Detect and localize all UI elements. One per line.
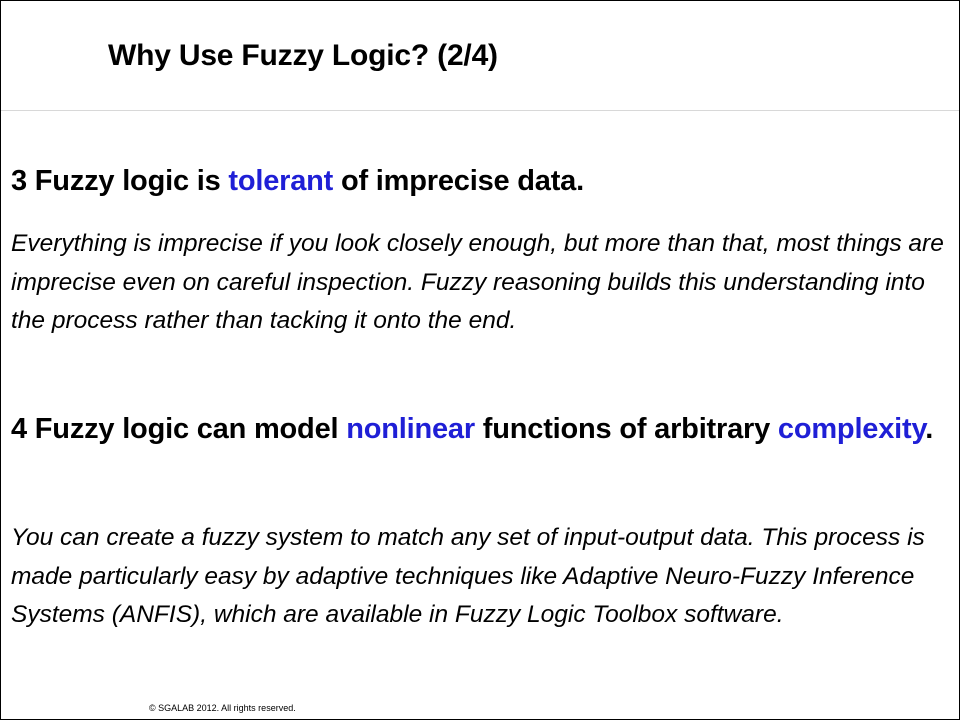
point-3-highlight: tolerant: [228, 165, 334, 197]
point-3-heading: 3 Fuzzy logic is tolerant of imprecise d…: [11, 158, 584, 204]
point-3-prefix: 3 Fuzzy logic is: [11, 165, 229, 197]
point-4-middle: functions of arbitrary: [474, 413, 778, 445]
title-bar: Why Use Fuzzy Logic? (2/4): [1, 1, 959, 111]
point-4-highlight-nonlinear: nonlinear: [346, 413, 475, 445]
point-3-suffix: of imprecise data.: [333, 165, 584, 197]
point-4-suffix: .: [925, 413, 934, 445]
point-4-highlight-complexity: complexity: [777, 413, 926, 445]
copyright-footer: © SGALAB 2012. All rights reserved.: [149, 703, 296, 713]
point-4-heading: 4 Fuzzy logic can model nonlinear functi…: [11, 406, 941, 452]
point-4-prefix: 4 Fuzzy logic can model: [11, 413, 347, 445]
point-4-description: You can create a fuzzy system to match a…: [11, 524, 925, 629]
slide: Why Use Fuzzy Logic? (2/4) 3 Fuzzy logic…: [0, 0, 960, 720]
slide-title: Why Use Fuzzy Logic? (2/4): [108, 39, 498, 72]
point-3-description: Everything is imprecise if you look clos…: [11, 230, 944, 335]
